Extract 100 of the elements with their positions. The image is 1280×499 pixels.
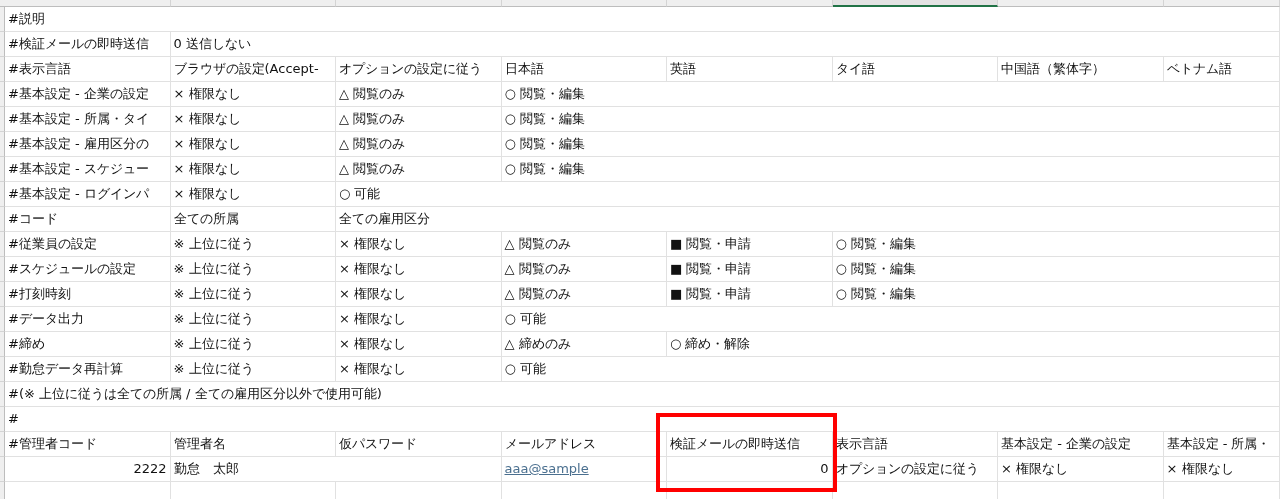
cell-text: #表示言語 — [8, 60, 71, 78]
cell-text: ○ 閲覧・編集 — [835, 285, 916, 303]
cell-text: 0 — [820, 460, 829, 478]
cell-text: × 権限なし — [173, 85, 241, 103]
cell-text: × 権限なし — [339, 260, 407, 278]
cell-text: 基本設定 - 企業の設定 — [1001, 435, 1131, 453]
row-header[interactable] — [0, 207, 5, 232]
cell-text: # — [8, 410, 19, 428]
cell-text: ○ 可能 — [339, 185, 381, 203]
row-header[interactable] — [0, 457, 5, 482]
cell-text: ○ 閲覧・編集 — [504, 110, 585, 128]
cell-text: #従業員の設定 — [8, 235, 97, 253]
email-link[interactable]: aaa@sample — [504, 460, 589, 478]
row-header[interactable] — [0, 32, 5, 57]
row-header[interactable] — [0, 7, 5, 32]
row-header[interactable] — [0, 282, 5, 307]
cell-text: × 権限なし — [173, 110, 241, 128]
row-header[interactable] — [0, 107, 5, 132]
cell-text: △ 閲覧のみ — [339, 135, 406, 153]
cell-text: オプションの設定に従う — [339, 60, 482, 78]
row-header[interactable] — [0, 232, 5, 257]
cell-text: #締め — [8, 335, 45, 353]
cell-text: 全ての所属 — [173, 210, 239, 228]
cell-text: × 権限なし — [1001, 460, 1069, 478]
cell-text: ○ 閲覧・編集 — [504, 160, 585, 178]
cell-text: △ 締めのみ — [504, 335, 571, 353]
cell-text: ○ 閲覧・編集 — [504, 135, 585, 153]
cell-text: #勤怠データ再計算 — [8, 360, 123, 378]
row-header[interactable] — [0, 307, 5, 332]
row-header[interactable] — [0, 157, 5, 182]
cell-text: × 権限なし — [339, 310, 407, 328]
cell-text: ○ 閲覧・編集 — [835, 235, 916, 253]
cell-text: △ 閲覧のみ — [339, 110, 406, 128]
row-header[interactable] — [0, 182, 5, 207]
cell-text: 全ての雇用区分 — [339, 210, 430, 228]
cell-text: △ 閲覧のみ — [339, 85, 406, 103]
cell-text: 0 送信しない — [173, 35, 251, 53]
cell-text: △ 閲覧のみ — [339, 160, 406, 178]
cell-text: #打刻時刻 — [8, 285, 71, 303]
cell-text: 勤怠 太郎 — [173, 460, 239, 478]
row-header[interactable] — [0, 332, 5, 357]
cell-text: × 権限なし — [339, 335, 407, 353]
cell-text: #基本設定 - 所属・タイ — [8, 110, 149, 128]
cell-text: ■ 閲覧・申請 — [670, 260, 752, 278]
cell-text: × 権限なし — [173, 185, 241, 203]
cell-text: 検証メールの即時送信 — [670, 435, 800, 453]
cell-text: × 権限なし — [173, 160, 241, 178]
cell-text: 中国語（繁体字） — [1001, 60, 1105, 78]
row-header[interactable] — [0, 132, 5, 157]
cell-text: ※ 上位に従う — [173, 285, 254, 303]
cell-text: ○ 可能 — [504, 310, 546, 328]
cell-text: #基本設定 - 雇用区分の — [8, 135, 149, 153]
cell-text: #基本設定 - ログインパ — [8, 185, 149, 203]
cell-text: × 権限なし — [339, 360, 407, 378]
cell-text: ○ 閲覧・編集 — [504, 85, 585, 103]
cell-text: ○ 閲覧・編集 — [835, 260, 916, 278]
cell-text: 仮パスワード — [339, 435, 417, 453]
cell-text: ベトナム語 — [1166, 60, 1232, 78]
row-header[interactable] — [0, 407, 5, 432]
cell-text: 表示言語 — [835, 435, 888, 453]
row-header[interactable] — [0, 382, 5, 407]
cell-text: ※ 上位に従う — [173, 310, 254, 328]
cell-text: △ 閲覧のみ — [504, 235, 571, 253]
cell-text: オプションの設定に従う — [835, 460, 979, 478]
cell-text: #基本設定 - 企業の設定 — [8, 85, 149, 103]
cell-text: ※ 上位に従う — [173, 360, 254, 378]
cell-text: ■ 閲覧・申請 — [670, 235, 752, 253]
cell-text: ※ 上位に従う — [173, 260, 254, 278]
cell-text: × 権限なし — [173, 135, 241, 153]
cell-text: メールアドレス — [504, 435, 596, 453]
cell-text: #説明 — [8, 10, 45, 28]
cell-text: × 権限なし — [1166, 460, 1234, 478]
row-header[interactable] — [0, 57, 5, 82]
cell-text: #スケジュールの設定 — [8, 260, 136, 278]
cell-text: ■ 閲覧・申請 — [670, 285, 752, 303]
cell-text: × 権限なし — [339, 235, 407, 253]
cell-text: #データ出力 — [8, 310, 84, 328]
cell-text: タイ語 — [835, 60, 875, 78]
cell-text: × 権限なし — [339, 285, 407, 303]
column-header[interactable] — [832, 0, 998, 7]
cell-text: 管理者名 — [173, 435, 226, 453]
cell-text: ○ 可能 — [504, 360, 546, 378]
cell-text: 英語 — [670, 60, 696, 78]
cell-text: #コード — [8, 210, 58, 228]
row-header[interactable] — [0, 357, 5, 382]
cell-text: ブラウザの設定(Accept- — [173, 60, 319, 78]
cell-text: 日本語 — [504, 60, 544, 78]
cell-text: #基本設定 - スケジュー — [8, 160, 149, 178]
cell-text: △ 閲覧のみ — [504, 285, 571, 303]
select-all-corner[interactable] — [0, 0, 5, 7]
row-header[interactable] — [0, 432, 5, 457]
cell-text: #(※ 上位に従うは全ての所属 / 全ての雇用区分以外で使用可能) — [8, 385, 382, 403]
row-header[interactable] — [0, 257, 5, 282]
cell-text: 基本設定 - 所属・ — [1166, 435, 1271, 453]
cell-text: ※ 上位に従う — [173, 235, 254, 253]
cell-text: 2222 — [133, 460, 167, 478]
row-header[interactable] — [0, 82, 5, 107]
cell-text: △ 閲覧のみ — [504, 260, 571, 278]
cell-text: #検証メールの即時送信 — [8, 35, 149, 53]
cell-text: ※ 上位に従う — [173, 335, 254, 353]
